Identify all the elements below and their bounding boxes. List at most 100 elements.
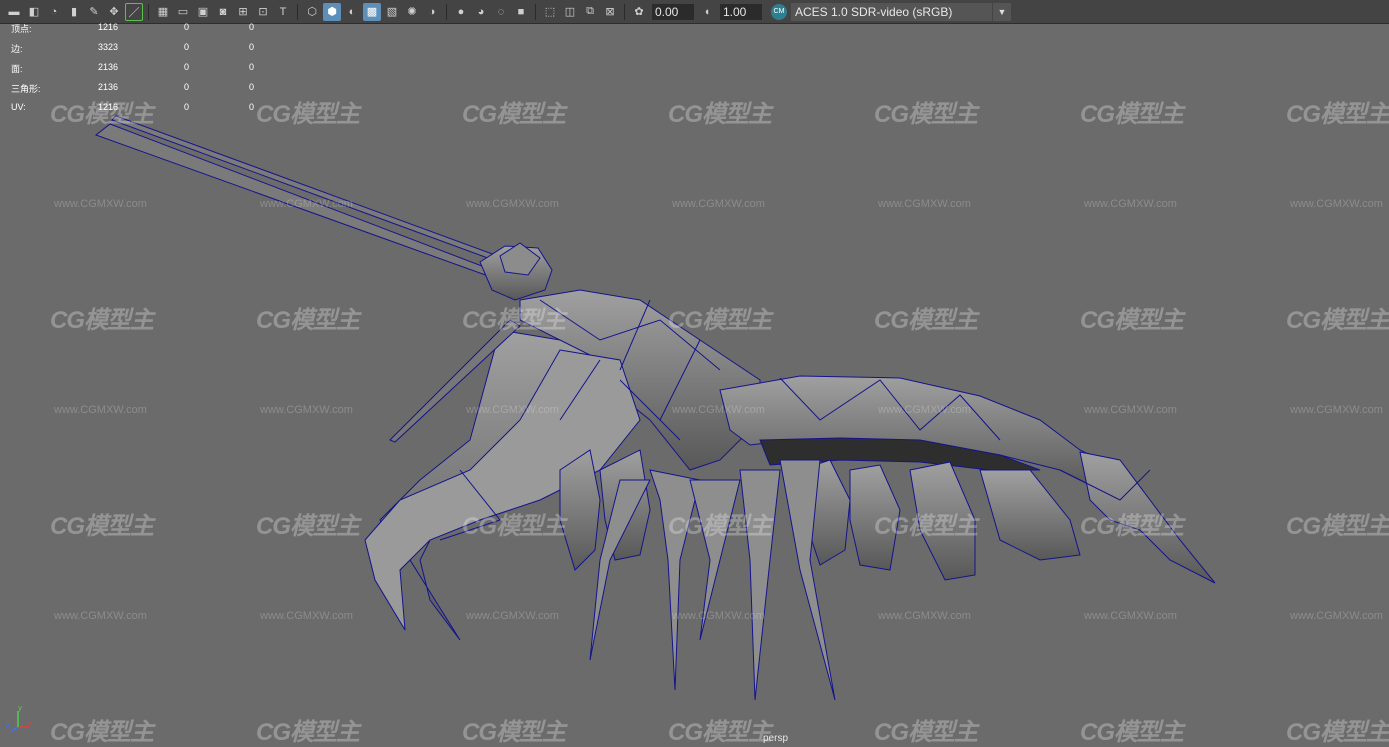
watermark-logo: CG模型主 bbox=[668, 307, 772, 334]
watermark-url: www.CGMXW.com bbox=[672, 198, 765, 210]
watermark-logo: CG模型主 bbox=[668, 513, 772, 540]
bookmark-icon[interactable]: ▮ bbox=[65, 3, 83, 21]
watermark-url: www.CGMXW.com bbox=[1290, 404, 1383, 416]
screen-space-ao-icon[interactable]: ● bbox=[452, 3, 470, 21]
toolbar-separator bbox=[535, 3, 536, 20]
gamma-icon[interactable]: ◖ bbox=[698, 3, 716, 21]
toolbar-separator bbox=[624, 3, 625, 20]
watermark-url: www.CGMXW.com bbox=[260, 198, 353, 210]
safe-title-icon[interactable]: T bbox=[274, 3, 292, 21]
watermark-url: www.CGMXW.com bbox=[466, 610, 559, 622]
watermark-url: www.CGMXW.com bbox=[54, 198, 147, 210]
watermark-logo: CG模型主 bbox=[50, 719, 154, 746]
isolate-select-icon[interactable]: ⬚ bbox=[541, 3, 559, 21]
hud-label: 边: bbox=[11, 44, 23, 54]
default-material-icon[interactable]: ◐ bbox=[343, 3, 361, 21]
depth-of-field-icon[interactable]: ■ bbox=[512, 3, 530, 21]
shadows-icon[interactable]: ◑ bbox=[423, 3, 441, 21]
watermark-logo: CG模型主 bbox=[874, 513, 978, 540]
watermark-logo: CG模型主 bbox=[1286, 307, 1389, 334]
viewport-canvas[interactable] bbox=[0, 24, 1389, 743]
hud-value: 0 bbox=[249, 22, 255, 32]
watermark-url: www.CGMXW.com bbox=[878, 610, 971, 622]
film-gate-icon[interactable]: ▭ bbox=[174, 3, 192, 21]
watermark-logo: CG模型主 bbox=[874, 307, 978, 334]
resolution-gate-icon[interactable]: ▣ bbox=[194, 3, 212, 21]
watermark-logo: CG模型主 bbox=[462, 719, 566, 746]
hud-label: 顶点: bbox=[11, 24, 32, 34]
gate-mask-icon[interactable]: ◙ bbox=[214, 3, 232, 21]
two-d-pan-icon[interactable]: ／ bbox=[125, 2, 143, 21]
watermark-logo: CG模型主 bbox=[668, 719, 772, 746]
motion-blur-icon[interactable]: ◕ bbox=[472, 3, 490, 21]
hud-label: UV: bbox=[11, 102, 26, 112]
use-all-lights-icon[interactable]: ✺ bbox=[403, 3, 421, 21]
watermark-url: www.CGMXW.com bbox=[1290, 610, 1383, 622]
grid-icon[interactable]: ▦ bbox=[154, 3, 172, 21]
exposure-field[interactable]: 0.00 bbox=[652, 3, 694, 20]
watermark-logo: CG模型主 bbox=[1286, 513, 1389, 540]
axis-y-label: y bbox=[18, 704, 22, 712]
watermark-url: www.CGMXW.com bbox=[672, 404, 765, 416]
watermark-logo: CG模型主 bbox=[1080, 719, 1184, 746]
hud-value: 0 bbox=[249, 62, 255, 72]
textured-icon[interactable]: ▧ bbox=[383, 3, 401, 21]
grease-pencil-icon[interactable]: ✎ bbox=[85, 3, 103, 21]
safe-action-icon[interactable]: ⊡ bbox=[254, 3, 272, 21]
watermark-logo: CG模型主 bbox=[1080, 513, 1184, 540]
hud-value: 2136 bbox=[98, 62, 119, 72]
axis-x-label: x bbox=[28, 719, 32, 727]
hud-value: 0 bbox=[249, 82, 255, 92]
hud-value: 0 bbox=[184, 62, 190, 72]
walking-leg-1 bbox=[649, 469, 701, 691]
walking-leg-3 bbox=[739, 469, 781, 701]
hud-value: 0 bbox=[249, 42, 255, 52]
camera-lock-icon[interactable]: ◧ bbox=[25, 3, 43, 21]
watermark-logo: CG模型主 bbox=[462, 307, 566, 334]
wireframe-on-shaded-icon[interactable]: ▩ bbox=[363, 2, 381, 21]
anti-aliasing-icon[interactable]: ◌ bbox=[492, 3, 510, 21]
hud-value: 0 bbox=[184, 42, 190, 52]
color-space-dropdown[interactable]: ACES 1.0 SDR-video (sRGB) ▼ bbox=[791, 2, 1011, 21]
watermark-url: www.CGMXW.com bbox=[466, 198, 559, 210]
hud-value: 0 bbox=[184, 22, 190, 32]
watermark-logo: CG模型主 bbox=[256, 513, 360, 540]
camera-orbit-icon[interactable]: ◔ bbox=[45, 3, 63, 21]
color-management-icon[interactable]: CM bbox=[771, 3, 787, 20]
toolbar-separator bbox=[148, 3, 149, 20]
xray-active-icon[interactable]: ⊠ bbox=[601, 3, 619, 21]
hud-value: 0 bbox=[249, 102, 255, 112]
watermark-url: www.CGMXW.com bbox=[1084, 404, 1177, 416]
watermark-url: www.CGMXW.com bbox=[260, 404, 353, 416]
watermark-logo: CG模型主 bbox=[1286, 719, 1389, 746]
hud-value: 2136 bbox=[98, 82, 119, 92]
smooth-shade-icon[interactable]: ⬢ bbox=[323, 2, 341, 21]
camera-icon[interactable]: ▬ bbox=[5, 3, 23, 21]
watermark-logo: CG模型主 bbox=[462, 101, 566, 128]
watermark-url: www.CGMXW.com bbox=[878, 404, 971, 416]
gamma-field[interactable]: 1.00 bbox=[720, 3, 762, 20]
xray-icon[interactable]: ◫ bbox=[561, 3, 579, 21]
exposure-icon[interactable]: ✿ bbox=[630, 3, 648, 21]
viewport-toolbar: ▬ ◧ ◔ ▮ ✎ ✥ ／ ▦ ▭ ▣ ◙ ⊞ ⊡ T ⬡ ⬢ ◐ ▩ ▧ ✺ … bbox=[0, 0, 1389, 24]
hud-value: 0 bbox=[184, 102, 190, 112]
watermark-url: www.CGMXW.com bbox=[1084, 198, 1177, 210]
xray-joints-icon[interactable]: ⧉ bbox=[581, 3, 599, 21]
hud-label: 面: bbox=[11, 64, 23, 74]
chevron-down-icon[interactable]: ▼ bbox=[992, 2, 1011, 21]
antenna-right bbox=[111, 115, 518, 269]
hud-row-edges: 边: 3323 0 0 bbox=[11, 42, 271, 62]
field-chart-icon[interactable]: ⊞ bbox=[234, 3, 252, 21]
axis-z-label: z bbox=[6, 721, 10, 729]
watermark-logo: CG模型主 bbox=[256, 101, 360, 128]
watermark-url: www.CGMXW.com bbox=[1290, 198, 1383, 210]
watermark-url: www.CGMXW.com bbox=[54, 404, 147, 416]
pan-zoom-icon[interactable]: ✥ bbox=[105, 3, 123, 21]
axis-gizmo: x y z bbox=[6, 704, 32, 732]
watermark-url: www.CGMXW.com bbox=[466, 404, 559, 416]
watermark-logo: CG模型主 bbox=[50, 101, 154, 128]
watermark-logo: CG模型主 bbox=[874, 101, 978, 128]
toolbar-separator bbox=[446, 3, 447, 20]
wireframe-icon[interactable]: ⬡ bbox=[303, 3, 321, 21]
watermark-logo: CG模型主 bbox=[256, 719, 360, 746]
